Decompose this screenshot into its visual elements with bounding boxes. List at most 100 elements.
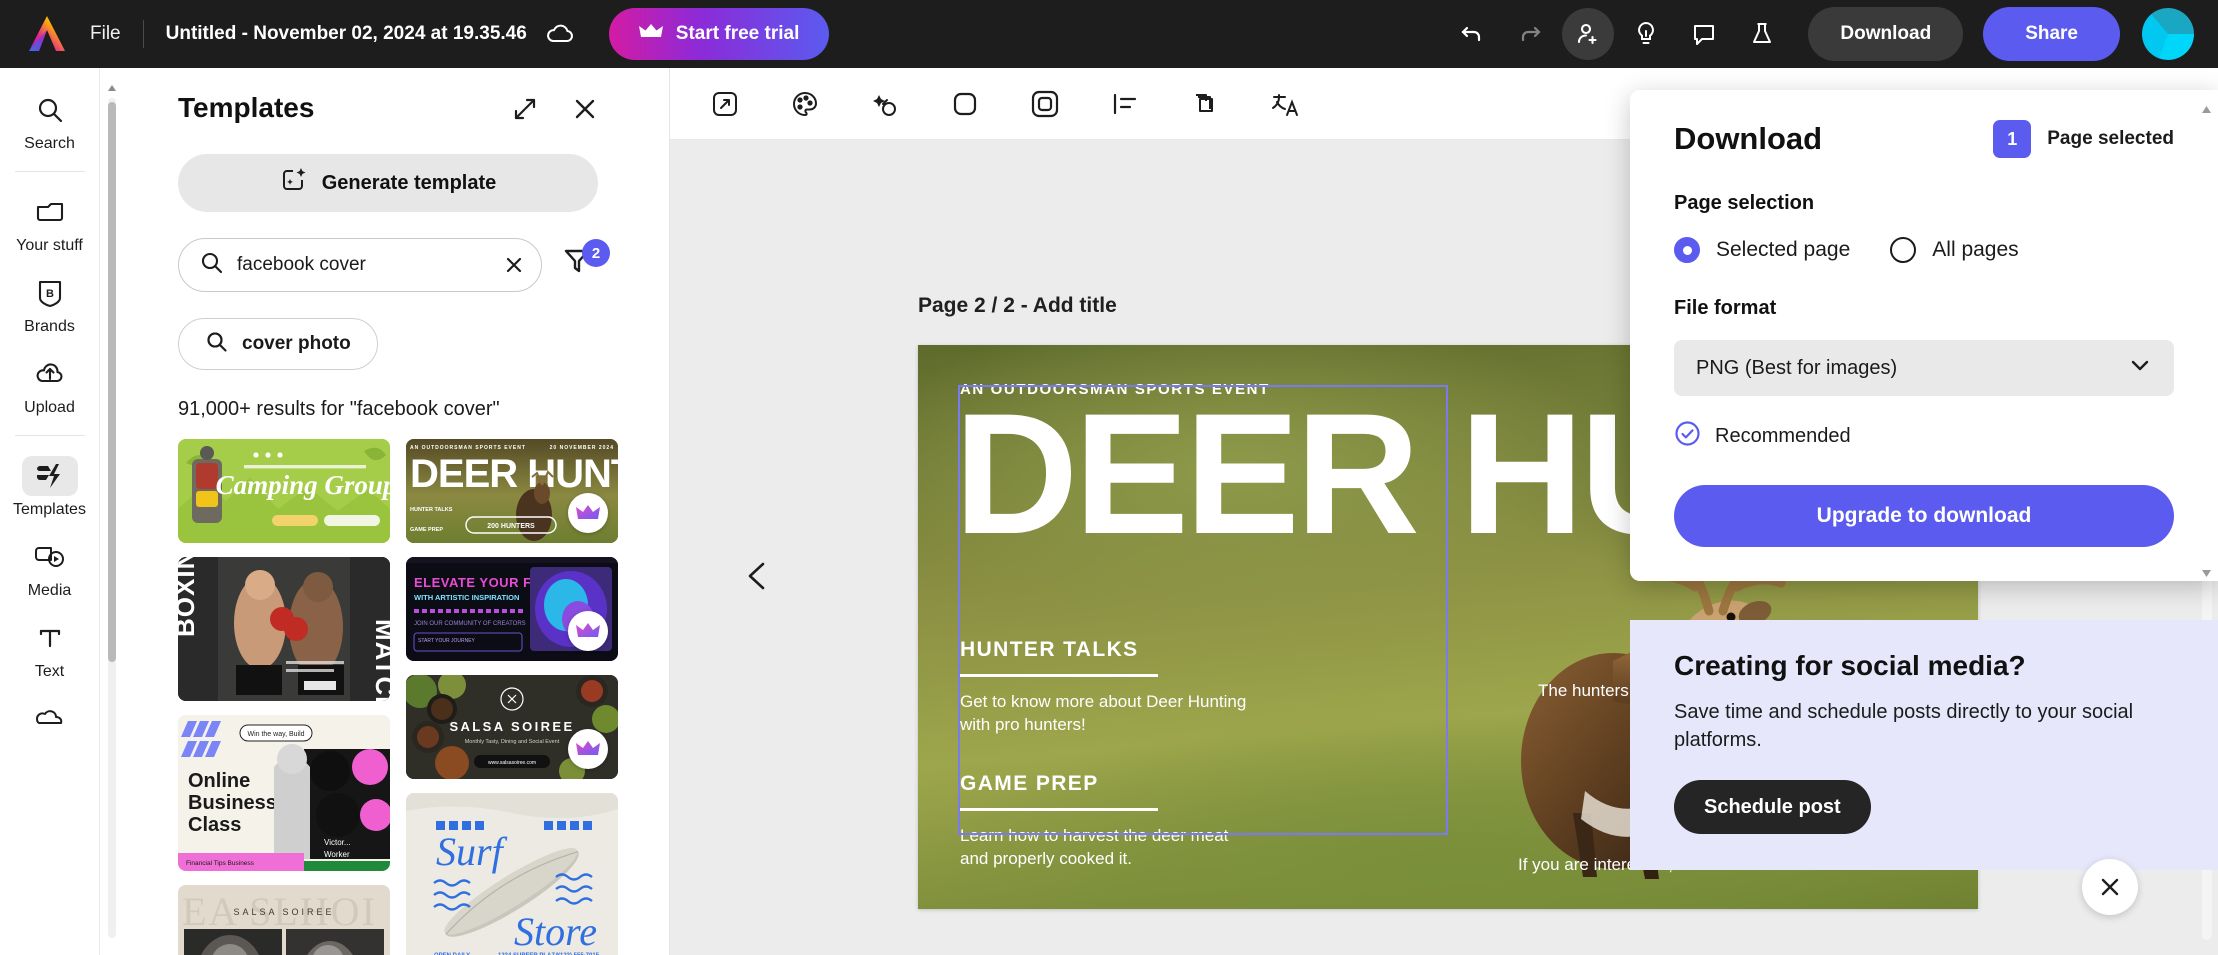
close-icon[interactable] <box>572 96 598 127</box>
template-card[interactable]: EA SLHOI SALSA SOIREE EXCLUSIVE COLLECTI… <box>178 885 390 955</box>
check-circle-icon <box>1674 420 1701 453</box>
top-bar: File Untitled - November 02, 2024 at 19.… <box>0 0 2218 68</box>
top-bar-actions: Download Share <box>1446 7 2218 61</box>
svg-text:20 NOVEMBER 2024: 20 NOVEMBER 2024 <box>550 445 614 451</box>
scrollbar-thumb[interactable] <box>108 102 116 662</box>
download-panel-scrollbar[interactable] <box>2200 104 2212 581</box>
avatar[interactable] <box>2142 8 2194 60</box>
search-suggestion-chip[interactable]: cover photo <box>178 318 378 370</box>
upgrade-to-download-button[interactable]: Upgrade to download <box>1674 485 2174 547</box>
clear-x-icon[interactable] <box>499 250 529 280</box>
template-card[interactable]: ELEVATE YOUR FEED WITH ARTISTIC INSPIRAT… <box>406 557 618 661</box>
sidebar-item-media[interactable]: Media <box>8 529 92 606</box>
share-button[interactable]: Share <box>1983 7 2120 61</box>
results-count: 91,000+ results for "facebook cover" <box>178 398 670 421</box>
document-title[interactable]: Untitled - November 02, 2024 at 19.35.46 <box>166 23 527 45</box>
chip-label: cover photo <box>242 333 351 355</box>
divider <box>15 171 85 172</box>
radio-all-pages[interactable]: All pages <box>1890 237 2018 263</box>
prev-page-button[interactable] <box>730 548 786 604</box>
close-panel-button[interactable] <box>2082 859 2138 915</box>
svg-text:Monthly Tasty, Dining and Soci: Monthly Tasty, Dining and Social Event <box>465 739 560 745</box>
upload-cloud-icon <box>22 354 78 394</box>
svg-text:SALSA SOIREE: SALSA SOIREE <box>449 719 574 734</box>
svg-text:B: B <box>46 288 54 300</box>
scroll-up-arrow[interactable] <box>106 82 118 94</box>
template-thumbnail: Win the way, Build Online Business Class <box>178 715 390 871</box>
color-palette-icon[interactable] <box>782 81 828 127</box>
add-collaborator-icon[interactable] <box>1562 8 1614 60</box>
generate-template-button[interactable]: Generate template <box>178 154 598 212</box>
effects-icon[interactable] <box>862 81 908 127</box>
sidebar-item-brands[interactable]: B Brands <box>8 265 92 342</box>
sidebar-item-upload[interactable]: Upload <box>8 346 92 423</box>
radio-dot-selected <box>1674 237 1700 263</box>
template-card[interactable]: Surf Store OPEN DAILY9A <box>406 793 618 955</box>
undo-icon[interactable] <box>1446 8 1498 60</box>
svg-text:Surf: Surf <box>436 829 508 874</box>
sidebar-item-more[interactable] <box>8 691 92 745</box>
resize-icon[interactable] <box>702 81 748 127</box>
expand-icon[interactable] <box>512 96 538 127</box>
svg-text:Store: Store <box>514 909 597 954</box>
radio-selected-page[interactable]: Selected page <box>1674 237 1850 263</box>
template-card[interactable]: SALSA SOIREE Monthly Tasty, Dining and S… <box>406 675 618 779</box>
filter-button[interactable]: 2 <box>562 245 598 285</box>
generate-template-label: Generate template <box>322 172 497 195</box>
premium-crown-icon <box>568 729 608 769</box>
lightbulb-icon[interactable] <box>1620 8 1672 60</box>
schedule-post-button[interactable]: Schedule post <box>1674 780 1871 834</box>
search-box[interactable] <box>178 238 542 292</box>
template-card[interactable]: Camping Group <box>178 439 390 543</box>
cloud-saved-icon <box>545 22 575 46</box>
sidebar-item-search[interactable]: Search <box>8 82 92 159</box>
svg-text:START YOUR JOURNEY: START YOUR JOURNEY <box>418 638 476 644</box>
template-card[interactable]: AN OUTDOORSMAN SPORTS EVENT 20 NOVEMBER … <box>406 439 618 543</box>
radio-dot-all <box>1890 237 1916 263</box>
left-rail: Search Your stuff B Brands <box>0 68 100 955</box>
svg-text:Worker: Worker <box>324 850 350 859</box>
frame-icon[interactable] <box>1022 81 1068 127</box>
adobe-express-logo[interactable] <box>24 14 70 54</box>
adobe-express-editor: File Untitled - November 02, 2024 at 19.… <box>0 0 2218 955</box>
search-row: 2 <box>178 238 598 292</box>
layers-icon[interactable] <box>1182 81 1228 127</box>
search-input[interactable] <box>237 254 499 276</box>
align-icon[interactable] <box>1102 81 1148 127</box>
file-format-label: File format <box>1674 297 2174 320</box>
flask-icon[interactable] <box>1736 8 1788 60</box>
scroll-down-arrow[interactable] <box>2200 566 2213 581</box>
sidebar-item-templates[interactable]: Templates <box>8 448 92 525</box>
svg-text:AN OUTDOORSMAN SPORTS EVENT: AN OUTDOORSMAN SPORTS EVENT <box>410 445 526 451</box>
template-thumbnail: Camping Group <box>178 439 390 543</box>
folder-icon <box>22 192 78 232</box>
comment-icon[interactable] <box>1678 8 1730 60</box>
sidebar-item-text[interactable]: Text <box>8 610 92 687</box>
start-free-trial-button[interactable]: Start free trial <box>609 8 830 60</box>
file-menu[interactable]: File <box>90 23 121 45</box>
download-button[interactable]: Download <box>1808 7 1963 61</box>
svg-text:WITH ARTISTIC INSPIRATION: WITH ARTISTIC INSPIRATION <box>414 593 519 602</box>
template-card[interactable]: BOXING MATCH <box>178 557 390 701</box>
recommended-row: Recommended <box>1674 420 2174 453</box>
sidebar-item-label: Media <box>28 582 72 600</box>
svg-text:www.salsasoiree.com: www.salsasoiree.com <box>488 760 536 766</box>
sidebar-item-your-stuff[interactable]: Your stuff <box>8 184 92 261</box>
redo-icon[interactable] <box>1504 8 1556 60</box>
scroll-up-arrow[interactable] <box>2200 104 2213 122</box>
brand-shield-icon: B <box>22 273 78 313</box>
svg-text:Win the way, Build: Win the way, Build <box>247 731 304 738</box>
download-header: Download 1 Page selected <box>1674 120 2174 158</box>
svg-text:Camping Group: Camping Group <box>216 470 390 500</box>
shape-icon[interactable] <box>942 81 988 127</box>
sidebar-item-label: Upload <box>24 399 75 417</box>
crown-icon <box>639 23 663 46</box>
file-format-select[interactable]: PNG (Best for images) <box>1674 340 2174 396</box>
page-label[interactable]: Page 2 / 2 - Add title <box>918 294 1117 318</box>
panel-scrollbar[interactable] <box>106 80 118 943</box>
template-card[interactable]: Win the way, Build Online Business Class <box>178 715 390 871</box>
translate-icon[interactable] <box>1262 81 1308 127</box>
selection-bounding-box[interactable] <box>958 385 1448 835</box>
svg-text:BOXING: BOXING <box>178 557 200 637</box>
svg-text:HUNTER TALKS: HUNTER TALKS <box>410 507 453 513</box>
